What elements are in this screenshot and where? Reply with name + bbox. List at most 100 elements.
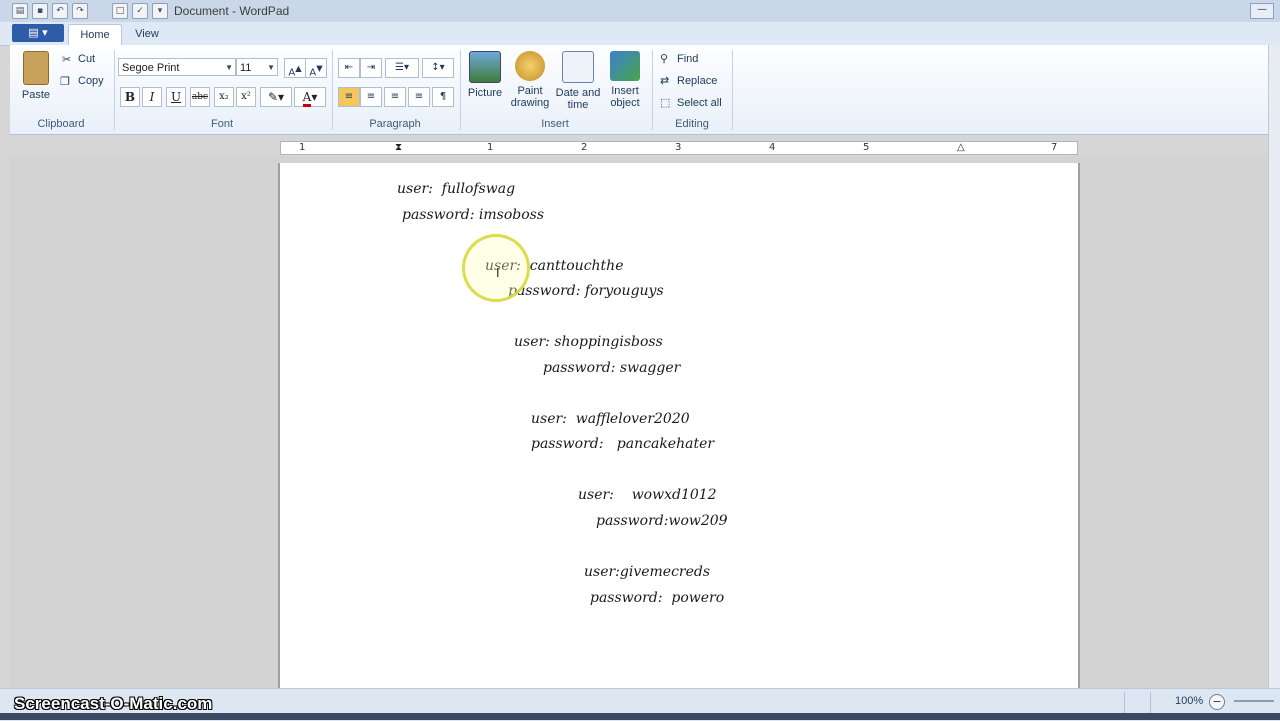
superscript-button[interactable]: x² [236,87,256,107]
copy-icon[interactable]: ❐ [60,75,70,88]
zoom-out-button[interactable]: − [1209,694,1225,710]
insert-label: Insert [611,85,639,97]
font-size-value: 11 [240,62,252,74]
chevron-down-icon: ▼ [267,63,275,72]
document-line[interactable]: password: imsoboss [402,207,544,223]
customize-quick-access-icon[interactable]: ▾ [152,3,168,19]
copy-button[interactable]: Copy [78,75,104,87]
font-family-select[interactable]: Segoe Print ▼ [118,58,236,76]
status-divider [1150,692,1151,714]
strikethrough-button[interactable]: abc [190,87,210,107]
vertical-scrollbar[interactable] [1268,45,1280,688]
bullets-button[interactable]: ☰▾ [385,58,419,78]
date-time-button[interactable]: Date and time [554,51,602,111]
minimize-button[interactable]: — [1250,3,1274,19]
find-button[interactable]: Find [677,53,698,65]
document-line[interactable]: user: shoppingisboss [514,334,663,350]
group-divider [114,50,115,130]
font-size-select[interactable]: 11 ▼ [236,58,278,76]
ruler-tick-label: 1 [299,142,306,153]
application-menu-button[interactable]: ▤ ▾ [12,24,64,42]
cut-button[interactable]: Cut [78,53,95,65]
ribbon-tab-strip: ▤ ▾ Home View [0,22,1280,46]
document-line[interactable]: password: swagger [543,360,680,376]
undo-icon[interactable]: ↶ [52,3,68,19]
select-all-button[interactable]: Select all [677,97,722,109]
paste-button[interactable]: Paste [18,51,54,101]
ruler-tick-label: 7 [1051,142,1058,153]
picture-icon [469,51,501,83]
tab-view[interactable]: View [127,24,167,44]
document-line[interactable]: password: pancakehater [531,436,714,452]
font-group-label: Font [210,118,233,130]
document-line[interactable]: password:wow209 [596,513,728,529]
replace-button[interactable]: Replace [677,75,717,87]
group-divider [460,50,461,130]
ruler-tick-label: 4 [769,142,776,153]
print-icon[interactable]: ✓ [132,3,148,19]
chevron-down-icon: ▼ [225,63,233,72]
increase-indent-button[interactable]: ⇥ [360,58,382,78]
binoculars-icon: ⚲ [660,53,669,65]
subscript-button[interactable]: x₂ [214,87,234,107]
date-and-label: Date and [555,87,601,99]
ruler-indent-marker[interactable]: ⧗ [395,142,402,154]
group-divider [732,50,733,130]
editing-group-label: Editing [675,118,709,130]
picture-button[interactable]: Picture [466,51,504,99]
select-all-icon: ⬚ [660,97,671,109]
document-line[interactable]: user:givemecreds [584,564,710,580]
document-line[interactable]: user: wafflelover2020 [531,411,690,427]
zoom-slider[interactable] [1234,700,1274,702]
document-line[interactable]: user: wowxd1012 [578,487,717,503]
grow-font-button[interactable]: A▲ [284,58,306,78]
highlighter-icon: ✎ [267,90,279,104]
font-family-value: Segoe Print [122,62,180,74]
font-color-icon: A [302,90,312,107]
save-icon[interactable]: ▪ [32,3,48,19]
align-center-button[interactable]: ≡ [360,87,382,107]
shrink-font-button[interactable]: A▼ [305,58,327,78]
insert-object-button[interactable]: Insert object [604,51,646,109]
font-color-button[interactable]: A▾ [294,87,326,107]
line-spacing-button[interactable]: ↕▾ [422,58,454,78]
document-line[interactable]: user: fullofswag [397,181,515,197]
wordpad-app-icon: ▤ [12,3,28,19]
ruler[interactable]: 1 ⧗ 1 2 3 4 5 △ 7 [280,141,1078,155]
new-document-icon[interactable]: □ [112,3,128,19]
ribbon: Paste ✂ Cut ❐ Copy Clipboard Segoe Print… [10,45,1268,135]
cut-icon[interactable]: ✂ [62,53,71,66]
document-line[interactable]: password: powero [590,590,724,606]
paint-label: Paint [517,85,543,97]
paste-icon [23,51,49,85]
align-left-button[interactable]: ≡ [338,87,360,107]
os-taskbar [0,713,1280,720]
ruler-tick-label: 3 [675,142,682,153]
object-label: object [610,97,640,109]
insert-group-label: Insert [541,118,569,130]
paragraph-group-label: Paragraph [369,118,421,130]
time-label: time [567,99,589,111]
ruler-right-indent-marker[interactable]: △ [957,142,965,154]
calendar-clock-icon [562,51,594,83]
justify-button[interactable]: ≡ [408,87,430,107]
bold-button[interactable]: B [120,87,140,107]
zoom-level[interactable]: 100% [1175,695,1203,707]
tab-home[interactable]: Home [68,24,122,45]
underline-button[interactable]: U [166,87,186,107]
align-right-button[interactable]: ≡ [384,87,406,107]
paste-label: Paste [21,89,51,101]
ruler-tick-label: 2 [581,142,588,153]
object-icon [610,51,640,81]
replace-icon: ⇄ [660,75,670,87]
redo-icon[interactable]: ↷ [72,3,88,19]
document-page[interactable]: user: fullofswag password: imsoboss user… [278,163,1080,693]
paint-palette-icon [515,51,545,81]
paint-drawing-button[interactable]: Paint drawing [508,51,552,109]
highlight-color-button[interactable]: ✎▾ [260,87,292,107]
paragraph-dialog-button[interactable]: ¶ [432,87,454,107]
ruler-tick-label: 5 [863,142,870,153]
decrease-indent-button[interactable]: ⇤ [338,58,360,78]
document-line[interactable]: password: foryouguys [508,283,664,299]
italic-button[interactable]: I [142,87,162,107]
